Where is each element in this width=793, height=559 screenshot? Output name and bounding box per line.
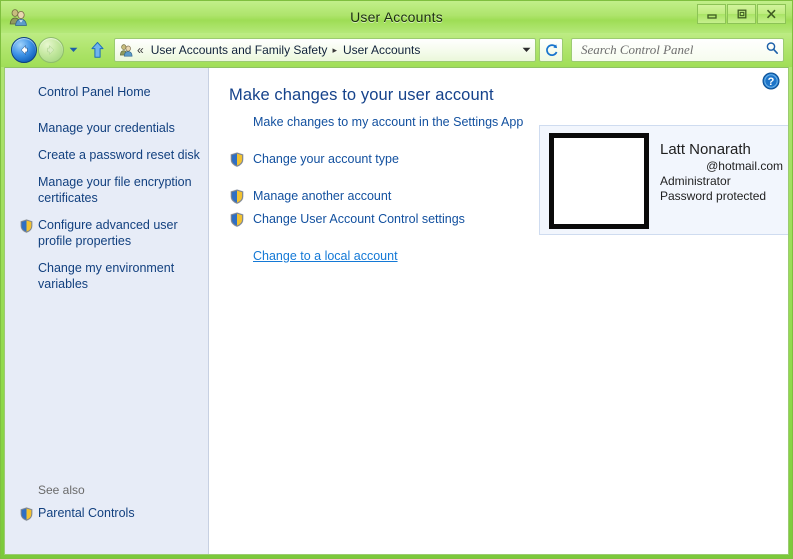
- up-arrow-icon: [90, 41, 105, 59]
- shield-icon: [229, 188, 245, 209]
- address-dropdown-button[interactable]: [517, 40, 535, 60]
- search-box[interactable]: [571, 38, 784, 62]
- refresh-button[interactable]: [539, 38, 563, 62]
- forward-button[interactable]: [38, 37, 64, 63]
- breadcrumb-item-user-accounts-and-family-safety[interactable]: User Accounts and Family Safety: [149, 42, 330, 58]
- shield-icon: [229, 151, 245, 172]
- svg-text:?: ?: [768, 76, 775, 88]
- sidebar-item-label: Configure advanced user profile properti…: [38, 218, 178, 248]
- task-row: Change your account type: [229, 150, 534, 168]
- shield-icon: [19, 506, 34, 526]
- close-button[interactable]: [757, 4, 786, 24]
- account-password-status: Password protected: [660, 189, 785, 204]
- account-details: Latt Nonarath @hotmail.com Administrator…: [649, 133, 785, 204]
- breadcrumb-separator-icon: ▸: [332, 45, 337, 56]
- task-links: Make changes to my account in the Settin…: [209, 113, 534, 284]
- see-also-section: See also Parental Controls: [5, 483, 208, 554]
- breadcrumb-overflow-icon[interactable]: «: [137, 43, 144, 57]
- sidebar-item-manage-your-file-encryption-certificates[interactable]: Manage your file encryption certificates: [13, 174, 200, 206]
- recent-pages-dropdown[interactable]: [66, 40, 80, 60]
- task-link-make-changes-in-settings-app[interactable]: Make changes to my account in the Settin…: [253, 114, 523, 130]
- sidebar-item-manage-your-credentials[interactable]: Manage your credentials: [13, 120, 200, 136]
- minimize-icon: [706, 8, 718, 20]
- content-row: Make changes to my account in the Settin…: [209, 113, 788, 284]
- sidebar: Control Panel Home Manage your credentia…: [5, 68, 209, 554]
- account-type: Administrator: [660, 174, 785, 189]
- account-email: @hotmail.com: [660, 159, 785, 174]
- navigation-bar: « User Accounts and Family Safety ▸ User…: [1, 33, 792, 67]
- client-area: Control Panel Home Manage your credentia…: [4, 67, 789, 555]
- shield-icon: [19, 218, 34, 238]
- back-arrow-icon: [17, 43, 31, 57]
- user-accounts-icon: [7, 6, 29, 28]
- sidebar-item-label: Change my environment variables: [38, 261, 174, 291]
- maximize-icon: [736, 8, 748, 20]
- back-button[interactable]: [11, 37, 37, 63]
- task-link-label: Manage another account: [253, 189, 391, 203]
- window-title: User Accounts: [1, 9, 792, 25]
- sidebar-item-change-my-environment-variables[interactable]: Change my environment variables: [13, 260, 200, 292]
- task-link-change-user-account-control-settings[interactable]: Change User Account Control settings: [229, 211, 465, 227]
- task-row: Manage another account: [229, 187, 534, 205]
- avatar[interactable]: [549, 133, 649, 229]
- task-link-manage-another-account[interactable]: Manage another account: [229, 188, 391, 204]
- see-also-label: See also: [13, 483, 200, 497]
- address-bar[interactable]: « User Accounts and Family Safety ▸ User…: [114, 38, 536, 62]
- breadcrumb-item-user-accounts[interactable]: User Accounts: [341, 42, 422, 58]
- task-link-label: Change to a local account: [253, 249, 398, 263]
- title-bar[interactable]: User Accounts: [1, 1, 792, 33]
- forward-arrow-icon: [44, 43, 58, 57]
- up-button[interactable]: [86, 38, 108, 62]
- chevron-down-icon: [69, 47, 78, 53]
- task-link-label: Change your account type: [253, 152, 399, 166]
- sidebar-item-create-a-password-reset-disk[interactable]: Create a password reset disk: [13, 147, 200, 163]
- chevron-down-icon: [522, 47, 531, 53]
- task-link-change-your-account-type[interactable]: Change your account type: [229, 151, 399, 167]
- sidebar-links: Control Panel Home Manage your credentia…: [5, 68, 208, 303]
- refresh-icon: [544, 43, 559, 58]
- breadcrumb-user-accounts-icon: [118, 42, 134, 58]
- account-summary-card: Latt Nonarath @hotmail.com Administrator…: [539, 125, 788, 235]
- sidebar-item-label: Control Panel Home: [38, 85, 151, 99]
- task-link-label: Make changes to my account in the Settin…: [253, 115, 523, 129]
- search-icon[interactable]: [765, 41, 779, 60]
- task-row: Change User Account Control settings: [229, 210, 534, 228]
- task-link-change-to-a-local-account[interactable]: Change to a local account: [253, 248, 398, 264]
- see-also-item-label: Parental Controls: [38, 506, 135, 520]
- close-icon: [765, 8, 778, 20]
- task-link-label: Change User Account Control settings: [253, 212, 465, 226]
- minimize-button[interactable]: [697, 4, 726, 24]
- help-icon[interactable]: ?: [762, 72, 780, 90]
- page-title: Make changes to your user account: [229, 86, 788, 105]
- main-content: ? Make changes to your user account Make…: [209, 68, 788, 554]
- account-name: Latt Nonarath: [660, 141, 785, 159]
- see-also-item-parental-controls[interactable]: Parental Controls: [13, 505, 200, 521]
- task-row: Make changes to my account in the Settin…: [229, 113, 534, 131]
- sidebar-item-label: Create a password reset disk: [38, 148, 200, 162]
- sidebar-item-label: Manage your file encryption certificates: [38, 175, 192, 205]
- shield-icon: [229, 211, 245, 232]
- sidebar-item-control-panel-home[interactable]: Control Panel Home: [13, 84, 200, 100]
- window-controls: [697, 4, 786, 24]
- sidebar-item-label: Manage your credentials: [38, 121, 175, 135]
- window-frame: User Accounts: [0, 0, 793, 559]
- search-input[interactable]: [579, 41, 765, 59]
- maximize-button[interactable]: [727, 4, 756, 24]
- task-row: Change to a local account: [229, 247, 534, 265]
- sidebar-item-configure-advanced-user-profile-properties[interactable]: Configure advanced user profile properti…: [13, 217, 200, 249]
